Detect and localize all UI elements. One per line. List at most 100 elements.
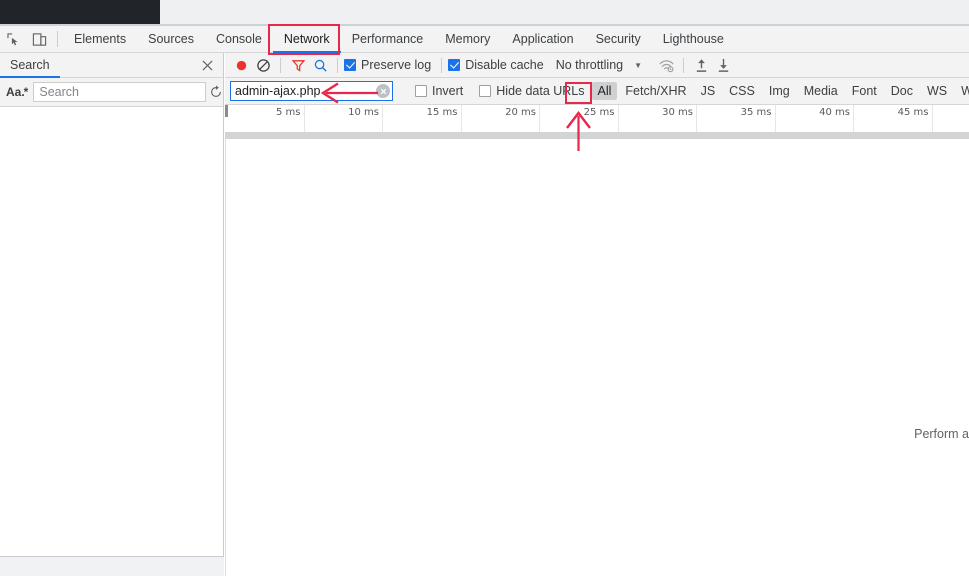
timeline-tick-label: 25 ms [583,107,615,118]
network-toolbar: Preserve log Disable cache No throttling… [225,53,969,78]
request-list-area[interactable]: Perform a [225,139,969,576]
tab-lighthouse-label: Lighthouse [662,32,724,46]
close-icon[interactable] [199,57,215,73]
tab-elements-label: Elements [74,32,127,46]
chip-font[interactable]: Font [846,82,883,100]
filter-toggle-button[interactable] [287,54,309,76]
clear-filter-icon[interactable] [376,84,390,98]
timeline-tick-label: 15 ms [426,107,458,118]
tab-network-label: Network [283,32,330,46]
disable-cache-box [448,59,461,71]
preserve-log-box [344,59,356,71]
sidebar-tab-search[interactable]: Search [0,53,60,78]
chip-media-label: Media [803,84,838,98]
search-controls-row: Aa .* [0,78,240,107]
filter-input-wrap [230,81,393,101]
regex-toggle[interactable]: .* [21,82,28,102]
chip-js[interactable]: JS [695,82,722,100]
match-case-label: Aa [6,85,22,99]
search-results-list[interactable] [0,107,223,553]
chip-font-label: Font [851,84,877,98]
chip-css[interactable]: CSS [723,82,761,100]
chip-img[interactable]: Img [763,82,796,100]
tab-console[interactable]: Console [205,26,273,53]
tab-application-label: Application [512,32,574,46]
regex-label: .* [21,85,28,99]
chip-css-label: CSS [729,84,755,98]
chip-wasm[interactable]: Wasm [955,82,969,100]
tab-performance[interactable]: Performance [341,26,435,53]
invert-box [415,85,427,97]
chip-ws-label: WS [927,84,948,98]
chip-all[interactable]: All [591,82,618,100]
record-button[interactable] [230,54,252,76]
network-panel: Preserve log Disable cache No throttling… [225,53,969,576]
toolbar-separator-4 [683,57,685,73]
timeline-tick-label: 45 ms [897,107,929,118]
tabbar-separator [57,31,58,47]
tab-sources[interactable]: Sources [137,26,205,53]
overview-divider[interactable] [225,132,969,139]
tab-lighthouse[interactable]: Lighthouse [652,26,735,53]
network-conditions-icon[interactable] [655,54,677,76]
clear-requests-button[interactable] [252,54,274,76]
chip-doc-label: Doc [890,84,913,98]
tab-security-label: Security [595,32,641,46]
empty-state-message: Perform a [914,427,969,441]
tab-elements[interactable]: Elements [63,26,137,53]
toolbar-separator-3 [441,57,443,73]
chevron-down-icon[interactable]: ▼ [629,56,647,74]
chip-js-label: JS [700,84,716,98]
tab-security[interactable]: Security [585,26,652,53]
import-har-icon[interactable] [690,54,712,76]
invert-label: Invert [432,84,464,98]
sidebar-tab-search-label: Search [10,58,50,72]
invert-checkbox[interactable]: Invert [415,84,463,98]
preserve-log-checkbox[interactable]: Preserve log [344,58,431,72]
timeline-tick-label: 40 ms [819,107,850,118]
disable-cache-checkbox[interactable]: Disable cache [448,58,544,72]
hide-data-urls-box [479,85,492,97]
hide-data-urls-checkbox[interactable]: Hide data URLs [479,84,585,98]
network-filterbar: Invert Hide data URLs All Fetch/XHR JS C… [225,78,969,105]
disable-cache-label: Disable cache [465,58,544,72]
timeline-tick-label: 20 ms [505,107,536,118]
devtools-window: Elements Sources Console Network Perform… [0,0,969,576]
type-filter-chips: All Fetch/XHR JS CSS Img Media Font Doc … [591,82,969,100]
tab-network[interactable]: Network [272,26,341,53]
export-har-icon[interactable] [712,54,734,76]
chip-ws[interactable]: WS [921,82,953,100]
toolbar-separator-1 [280,57,281,73]
inspect-element-icon[interactable] [0,26,26,52]
match-case-toggle[interactable]: Aa [6,82,21,102]
tab-application[interactable]: Application [501,26,584,53]
preserve-log-label: Preserve log [361,58,432,72]
tab-sources-label: Sources [148,32,194,46]
timeline-tick-label: 10 ms [348,107,379,118]
browser-titlebar-dark [0,0,160,24]
chip-img-label: Img [768,84,790,98]
refresh-icon[interactable] [209,82,223,102]
timeline-left-grip[interactable] [225,105,228,117]
search-sidebar: Search Aa .* [0,53,240,556]
hide-data-urls-label: Hide data URLs [496,84,585,98]
timeline-tick-label: 35 ms [740,107,772,118]
search-toggle-button[interactable] [309,54,331,76]
chip-media[interactable]: Media [798,82,844,100]
search-input[interactable] [33,82,207,102]
chevron-down-glyph: ▼ [634,60,643,70]
sidebar-footer-strip [0,556,224,576]
chip-wasm-label: Wasm [961,84,969,98]
tab-memory[interactable]: Memory [434,26,501,53]
device-toolbar-icon[interactable] [26,26,52,52]
tab-memory-label: Memory [445,32,491,46]
timeline-tick-label: 30 ms [662,107,693,118]
timeline-tick-label: 5 ms [276,107,301,118]
filter-input[interactable] [230,81,393,101]
chip-doc[interactable]: Doc [885,82,919,100]
tab-performance-label: Performance [351,32,424,46]
devtools-tabbar: Elements Sources Console Network Perform… [0,26,969,53]
chip-all-label: All [597,84,612,98]
throttling-select[interactable]: No throttling [556,58,623,72]
chip-fetch-xhr[interactable]: Fetch/XHR [619,82,692,100]
